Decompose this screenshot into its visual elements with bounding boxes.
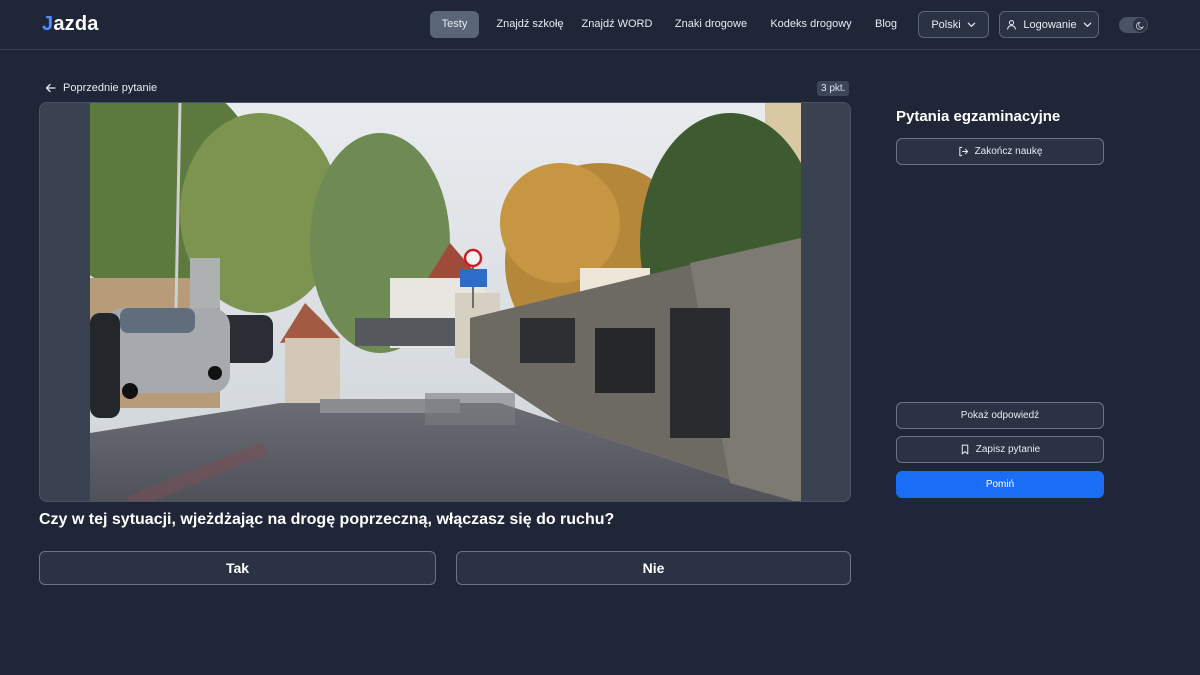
previous-question-link[interactable]: Poprzednie pytanie — [45, 81, 157, 95]
language-select[interactable]: Polski — [918, 11, 989, 38]
question-text: Czy w tej sytuacji, wjeżdżając na drogę … — [39, 511, 615, 528]
nav-item-znaki-drogowe[interactable]: Znaki drogowe — [673, 11, 749, 38]
points-badge: 3 pkt. — [817, 81, 850, 96]
top-navbar: Jazda Testy Znajdź szkołę Znajdź WORD Zn… — [0, 0, 1200, 50]
question-media — [39, 102, 851, 502]
bookmark-icon — [961, 444, 969, 455]
question-photo — [90, 103, 801, 501]
save-question-button[interactable]: Zapisz pytanie — [896, 436, 1104, 463]
nav-item-blog[interactable]: Blog — [872, 11, 900, 38]
side-panel-title: Pytania egzaminacyjne — [896, 108, 1061, 125]
chevron-down-icon — [1083, 22, 1091, 27]
language-label: Polski — [931, 18, 961, 31]
previous-question-label: Poprzednie pytanie — [63, 82, 158, 94]
login-label: Logowanie — [1023, 18, 1077, 31]
end-learning-button[interactable]: Zakończ naukę — [896, 138, 1104, 165]
chevron-down-icon — [967, 22, 975, 27]
skip-label: Pomiń — [985, 479, 1015, 490]
arrow-left-icon — [45, 83, 56, 93]
logo[interactable]: Jazda — [42, 13, 99, 36]
nav-item-znajdz-word[interactable]: Znajdź WORD — [580, 11, 654, 38]
nav-item-kodeks-drogowy[interactable]: Kodeks drogowy — [769, 11, 853, 38]
moon-icon — [1135, 21, 1144, 30]
nav-item-testy[interactable]: Testy — [430, 11, 479, 38]
login-button[interactable]: Logowanie — [999, 11, 1099, 38]
theme-toggle[interactable] — [1119, 17, 1148, 33]
logo-mark: J — [42, 13, 54, 35]
show-answer-button[interactable]: Pokaż odpowiedź — [896, 402, 1104, 429]
nav-item-znajdz-szkole[interactable]: Znajdź szkołę — [490, 11, 570, 38]
skip-button[interactable]: Pomiń — [896, 471, 1104, 498]
answer-yes-button[interactable]: Tak — [39, 551, 436, 585]
show-answer-label: Pokaż odpowiedź — [960, 410, 1040, 421]
user-icon — [1007, 20, 1017, 30]
logout-icon — [958, 146, 968, 157]
end-learning-label: Zakończ naukę — [974, 146, 1043, 157]
theme-toggle-knob — [1133, 18, 1147, 32]
answer-no-button[interactable]: Nie — [456, 551, 851, 585]
save-question-label: Zapisz pytanie — [975, 444, 1041, 455]
